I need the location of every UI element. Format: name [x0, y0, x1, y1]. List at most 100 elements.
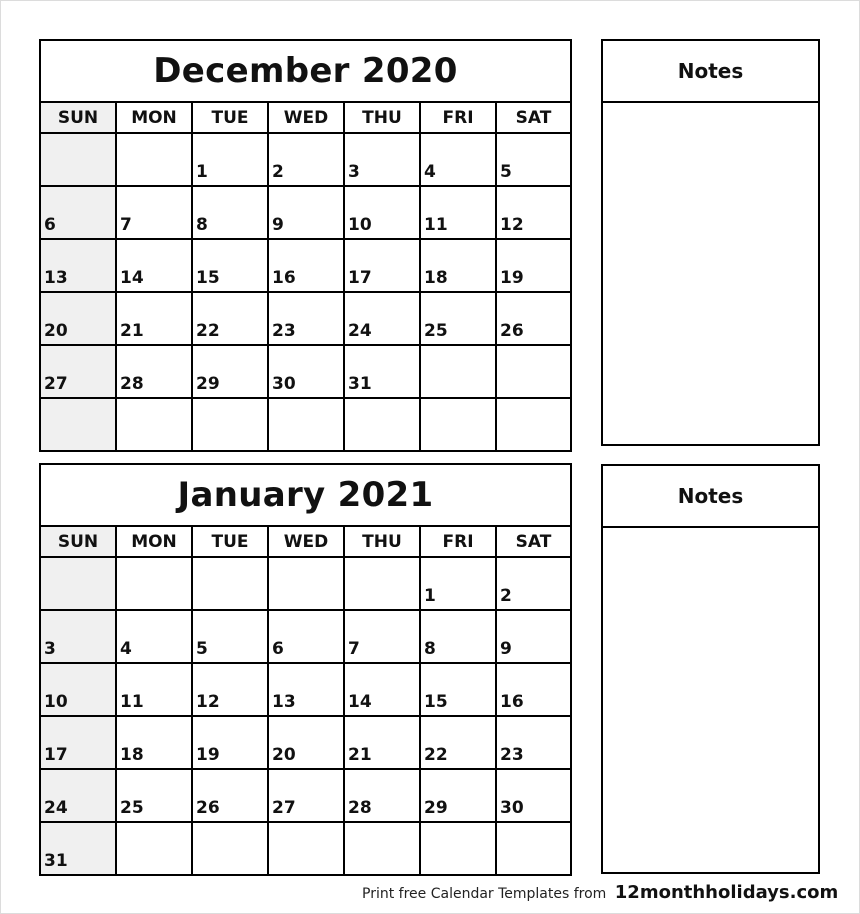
day-cell[interactable]: 18: [117, 717, 193, 770]
day-cell[interactable]: 25: [117, 770, 193, 823]
day-cell[interactable]: [193, 823, 269, 874]
day-cell[interactable]: 10: [345, 187, 421, 240]
day-cell[interactable]: 26: [497, 293, 570, 346]
day-cell[interactable]: 24: [41, 770, 117, 823]
day-cell[interactable]: 12: [193, 664, 269, 717]
day-number: 15: [196, 268, 220, 288]
day-cell[interactable]: 3: [41, 611, 117, 664]
day-cell[interactable]: 13: [41, 240, 117, 293]
day-cell[interactable]: 22: [421, 717, 497, 770]
day-cell[interactable]: [117, 399, 193, 450]
day-cell[interactable]: 11: [421, 187, 497, 240]
day-cell[interactable]: 17: [41, 717, 117, 770]
day-cell[interactable]: 20: [269, 717, 345, 770]
day-cell[interactable]: [117, 134, 193, 187]
day-cell[interactable]: 1: [421, 558, 497, 611]
day-cell[interactable]: 27: [41, 346, 117, 399]
day-cell[interactable]: 17: [345, 240, 421, 293]
notes-title: Notes: [603, 41, 818, 103]
day-cell[interactable]: 29: [421, 770, 497, 823]
day-cell[interactable]: [345, 823, 421, 874]
day-cell[interactable]: [345, 399, 421, 450]
day-cell[interactable]: 22: [193, 293, 269, 346]
day-cell[interactable]: 30: [497, 770, 570, 823]
calendar-grid: SUN MON TUE WED THU FRI SAT 1 2 3 4 5 6 7 8 9 10 11 12 13 14…: [41, 103, 570, 450]
day-cell[interactable]: 5: [193, 611, 269, 664]
day-number: 2: [272, 162, 284, 182]
day-cell[interactable]: 31: [41, 823, 117, 874]
day-cell[interactable]: 23: [497, 717, 570, 770]
day-cell[interactable]: [193, 558, 269, 611]
day-cell[interactable]: [117, 558, 193, 611]
notes-area[interactable]: [603, 103, 818, 443]
day-cell[interactable]: 16: [497, 664, 570, 717]
day-cell[interactable]: 30: [269, 346, 345, 399]
day-cell[interactable]: [117, 823, 193, 874]
day-cell[interactable]: 29: [193, 346, 269, 399]
day-number: 29: [196, 374, 220, 394]
day-cell[interactable]: 12: [497, 187, 570, 240]
day-cell[interactable]: 13: [269, 664, 345, 717]
day-cell[interactable]: 7: [117, 187, 193, 240]
day-cell[interactable]: [497, 823, 570, 874]
day-cell[interactable]: 25: [421, 293, 497, 346]
day-cell[interactable]: 21: [117, 293, 193, 346]
day-cell[interactable]: [41, 558, 117, 611]
day-cell[interactable]: 2: [497, 558, 570, 611]
day-number: 19: [500, 268, 524, 288]
day-cell[interactable]: 3: [345, 134, 421, 187]
day-cell[interactable]: 4: [117, 611, 193, 664]
day-cell[interactable]: 20: [41, 293, 117, 346]
day-cell[interactable]: [269, 558, 345, 611]
day-cell[interactable]: 6: [269, 611, 345, 664]
day-cell[interactable]: [345, 558, 421, 611]
day-cell[interactable]: 18: [421, 240, 497, 293]
day-cell[interactable]: 14: [345, 664, 421, 717]
day-cell[interactable]: [421, 346, 497, 399]
day-cell[interactable]: [193, 399, 269, 450]
notes-area[interactable]: [603, 528, 818, 871]
day-cell[interactable]: 24: [345, 293, 421, 346]
day-cell[interactable]: [421, 399, 497, 450]
day-cell[interactable]: 26: [193, 770, 269, 823]
day-cell[interactable]: 4: [421, 134, 497, 187]
day-cell[interactable]: [269, 399, 345, 450]
day-number: 3: [44, 639, 56, 659]
day-cell[interactable]: 23: [269, 293, 345, 346]
day-number: 21: [120, 321, 144, 341]
day-cell[interactable]: 19: [497, 240, 570, 293]
day-cell[interactable]: 10: [41, 664, 117, 717]
day-cell[interactable]: 27: [269, 770, 345, 823]
day-cell[interactable]: 28: [345, 770, 421, 823]
day-cell[interactable]: 31: [345, 346, 421, 399]
footer-site-link[interactable]: 12monthholidays.com: [615, 882, 838, 903]
day-cell[interactable]: 19: [193, 717, 269, 770]
day-number: 10: [348, 215, 372, 235]
day-cell[interactable]: [41, 134, 117, 187]
day-cell[interactable]: [41, 399, 117, 450]
day-cell[interactable]: 2: [269, 134, 345, 187]
day-cell[interactable]: 21: [345, 717, 421, 770]
day-cell[interactable]: 15: [421, 664, 497, 717]
day-number: 18: [424, 268, 448, 288]
weekday-header-mon: MON: [117, 527, 193, 558]
day-cell[interactable]: 11: [117, 664, 193, 717]
day-cell[interactable]: 28: [117, 346, 193, 399]
day-number: 1: [196, 162, 208, 182]
day-cell[interactable]: 6: [41, 187, 117, 240]
day-cell[interactable]: 15: [193, 240, 269, 293]
day-cell[interactable]: [497, 346, 570, 399]
day-cell[interactable]: [421, 823, 497, 874]
day-number: 30: [500, 798, 524, 818]
day-cell[interactable]: 9: [269, 187, 345, 240]
day-cell[interactable]: 16: [269, 240, 345, 293]
day-cell[interactable]: 9: [497, 611, 570, 664]
day-cell[interactable]: 8: [193, 187, 269, 240]
day-cell[interactable]: 7: [345, 611, 421, 664]
day-cell[interactable]: 8: [421, 611, 497, 664]
day-cell[interactable]: 1: [193, 134, 269, 187]
day-cell[interactable]: [497, 399, 570, 450]
day-cell[interactable]: [269, 823, 345, 874]
day-cell[interactable]: 14: [117, 240, 193, 293]
day-cell[interactable]: 5: [497, 134, 570, 187]
